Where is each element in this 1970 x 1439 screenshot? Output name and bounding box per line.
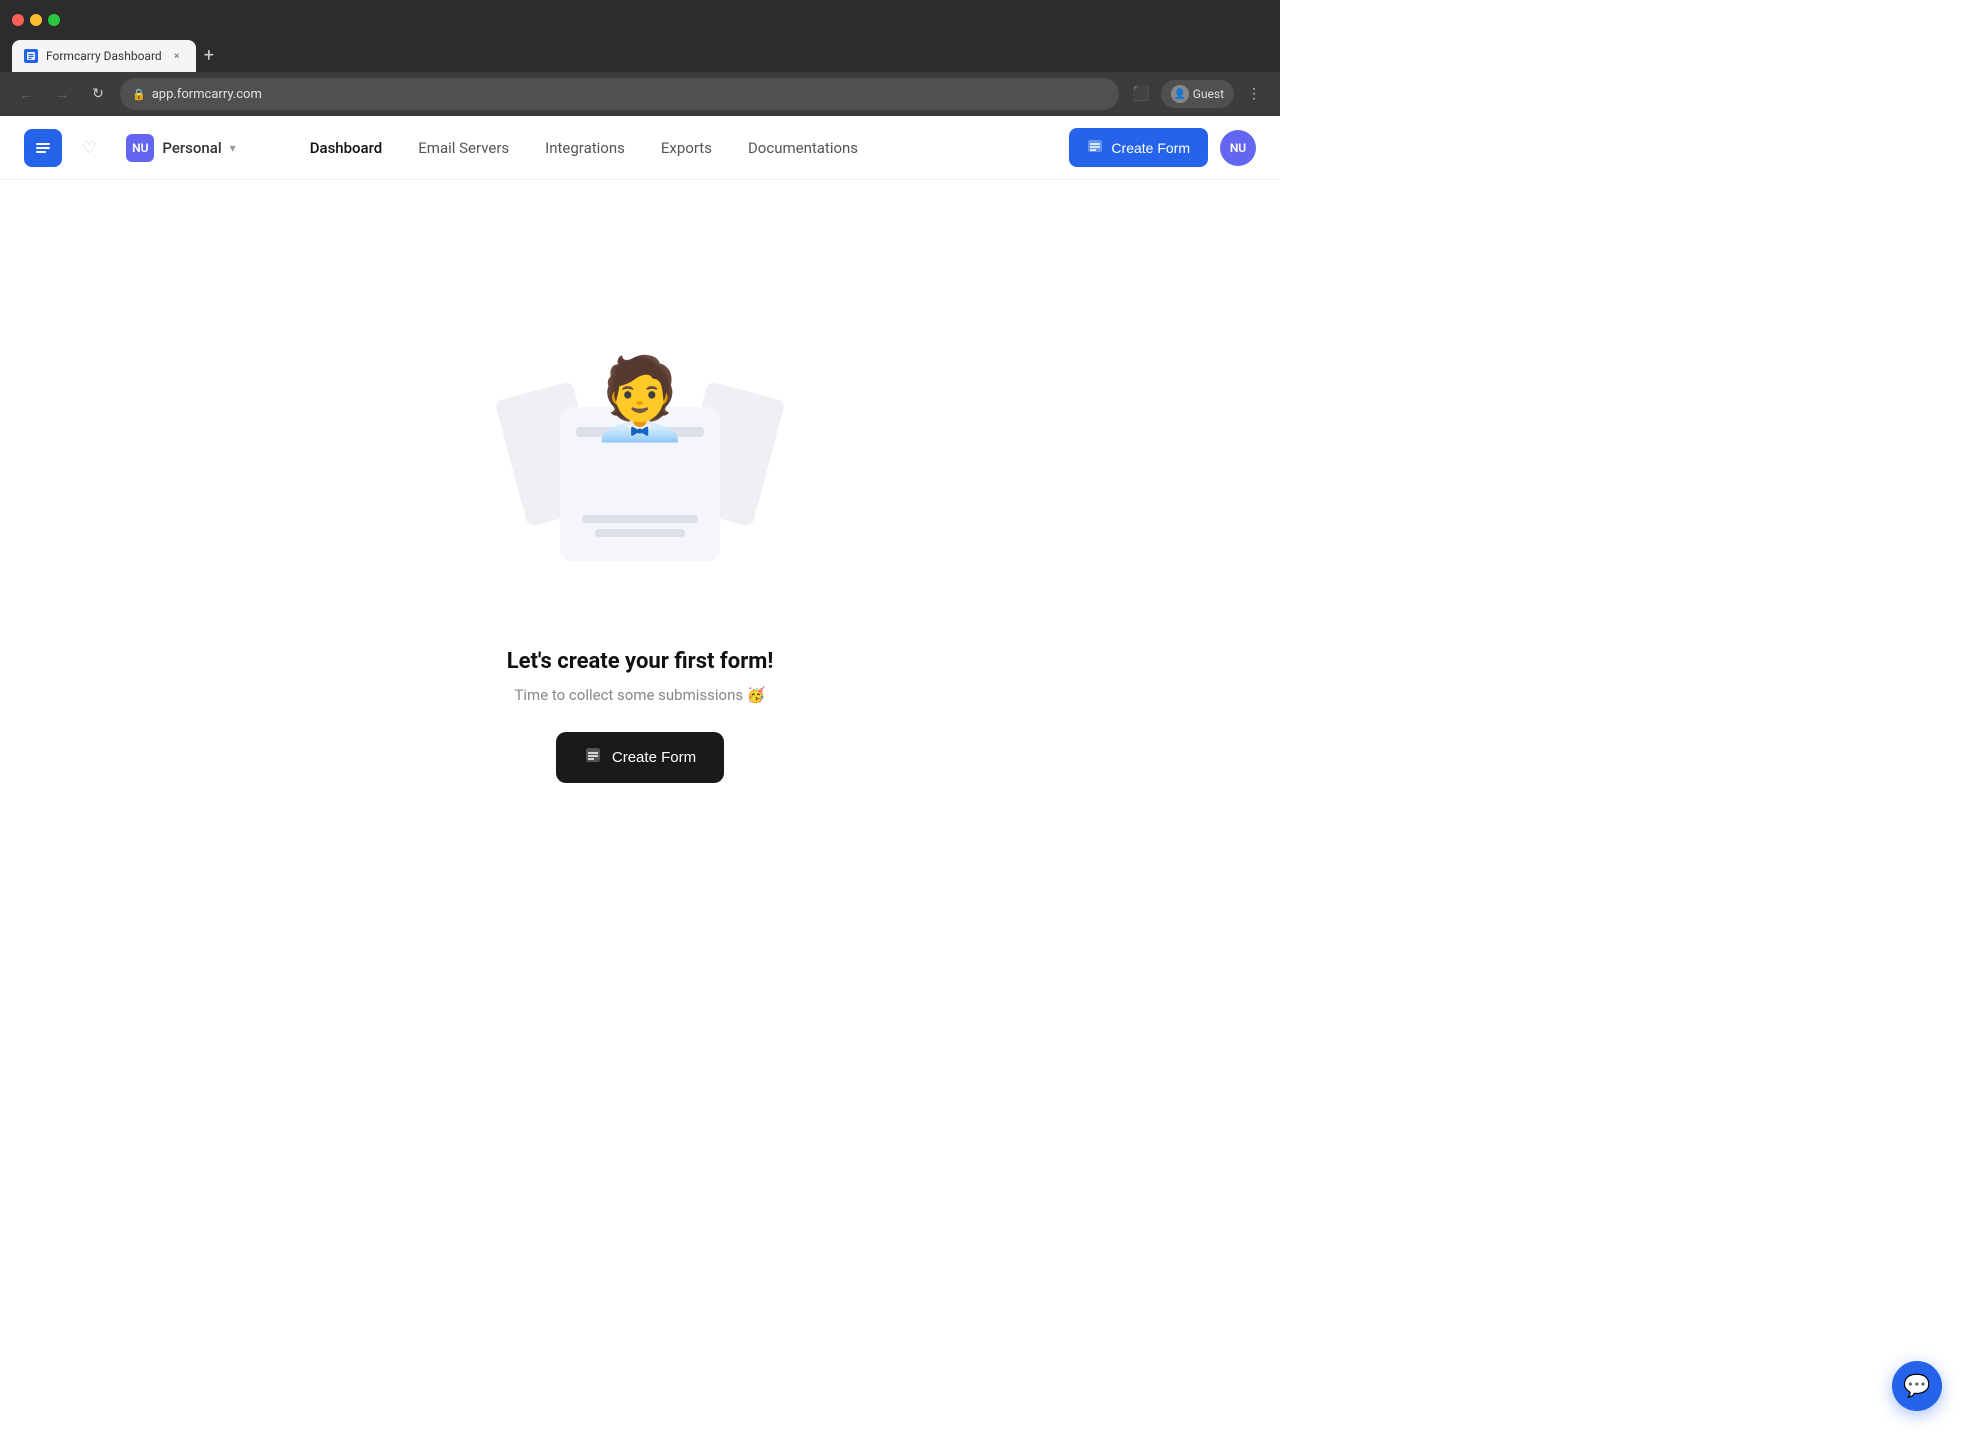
back-button[interactable]: ← — [12, 80, 40, 108]
emoji-character: 🧑‍💼 — [590, 359, 690, 439]
main-content: 🧑‍💼 Let's create your first form! Time t… — [0, 180, 1280, 931]
workspace-name: Personal — [162, 139, 221, 157]
doc-line-2 — [595, 529, 685, 537]
new-tab-button[interactable]: + — [196, 40, 222, 72]
reload-button[interactable]: ↻ — [84, 80, 112, 108]
create-form-nav-label: Create Form — [1111, 140, 1190, 156]
create-form-nav-icon — [1087, 138, 1103, 157]
nav-link-exports[interactable]: Exports — [645, 131, 728, 165]
illustration-container: 🧑‍💼 — [490, 329, 790, 609]
nav-link-integrations[interactable]: Integrations — [529, 131, 641, 165]
extensions-button[interactable]: ⬛ — [1127, 80, 1155, 108]
minimize-button[interactable] — [30, 14, 42, 26]
tab-close-icon[interactable]: × — [170, 49, 184, 63]
chat-widget-button[interactable]: 💬 — [1892, 1361, 1942, 1411]
address-bar[interactable]: 🔒 app.formcarry.com — [120, 78, 1119, 110]
nav-right: Create Form NU — [1069, 128, 1256, 167]
tab-title: Formcarry Dashboard — [46, 49, 162, 63]
favorite-icon[interactable]: ♡ — [82, 138, 96, 157]
doc-line-1 — [582, 515, 697, 523]
guest-button[interactable]: 👤 Guest — [1161, 80, 1234, 108]
logo-button[interactable] — [24, 129, 62, 167]
nav-link-documentations[interactable]: Documentations — [732, 131, 874, 165]
workspace-initials: NU — [132, 141, 148, 155]
browser-actions: ⬛ 👤 Guest ⋮ — [1127, 80, 1268, 108]
close-button[interactable] — [12, 14, 24, 26]
guest-label: Guest — [1193, 87, 1224, 101]
create-form-main-icon — [584, 746, 602, 769]
create-form-main-button[interactable]: Create Form — [556, 732, 724, 783]
user-initials: NU — [1230, 141, 1246, 155]
traffic-lights — [12, 14, 60, 26]
chat-icon: 💬 — [1903, 1374, 1930, 1399]
tab-favicon — [24, 49, 38, 63]
guest-avatar: 👤 — [1171, 85, 1189, 103]
navbar: ♡ NU Personal ▾ Dashboard Email Servers … — [0, 116, 1280, 180]
browser-chrome: Formcarry Dashboard × + ← → ↻ 🔒 app.form… — [0, 0, 1280, 116]
more-options-button[interactable]: ⋮ — [1240, 80, 1268, 108]
empty-title: Let's create your first form! — [507, 649, 774, 674]
create-form-nav-button[interactable]: Create Form — [1069, 128, 1208, 167]
browser-tab[interactable]: Formcarry Dashboard × — [12, 40, 196, 72]
nav-links: Dashboard Email Servers Integrations Exp… — [294, 131, 1054, 165]
tab-bar: Formcarry Dashboard × + — [0, 40, 1280, 72]
maximize-button[interactable] — [48, 14, 60, 26]
browser-titlebar — [0, 0, 1280, 40]
empty-subtitle: Time to collect some submissions 🥳 — [507, 686, 774, 704]
chevron-down-icon: ▾ — [230, 141, 236, 155]
user-avatar-button[interactable]: NU — [1220, 130, 1256, 166]
app-content: ♡ NU Personal ▾ Dashboard Email Servers … — [0, 116, 1280, 931]
create-form-main-label: Create Form — [612, 749, 696, 766]
forward-button[interactable]: → — [48, 80, 76, 108]
nav-link-dashboard[interactable]: Dashboard — [294, 131, 399, 165]
nav-link-email-servers[interactable]: Email Servers — [402, 131, 525, 165]
lock-icon: 🔒 — [132, 88, 146, 101]
workspace-selector[interactable]: NU Personal ▾ — [116, 128, 245, 168]
empty-state: Let's create your first form! Time to co… — [507, 649, 774, 783]
address-text: app.formcarry.com — [152, 87, 262, 102]
browser-toolbar: ← → ↻ 🔒 app.formcarry.com ⬛ 👤 Guest ⋮ — [0, 72, 1280, 116]
workspace-avatar: NU — [126, 134, 154, 162]
